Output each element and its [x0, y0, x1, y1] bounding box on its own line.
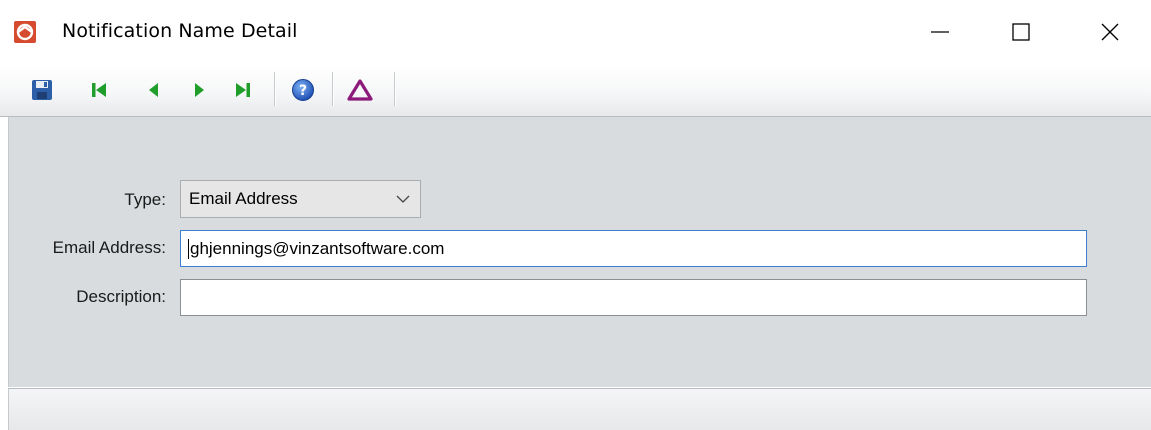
close-icon	[1101, 23, 1119, 41]
chevron-down-icon	[396, 195, 410, 203]
next-record-button[interactable]	[185, 76, 213, 104]
toolbar-separator	[332, 72, 333, 106]
form-panel: Type: Email Address Email Address: ghjen…	[8, 117, 1151, 387]
previous-record-button[interactable]	[140, 76, 168, 104]
status-bar	[8, 388, 1151, 430]
close-button[interactable]	[1087, 12, 1133, 52]
help-icon: ?	[292, 79, 314, 101]
type-label: Type:	[124, 190, 166, 209]
svg-text:?: ?	[299, 83, 307, 99]
type-dropdown[interactable]: Email Address	[180, 180, 421, 218]
previous-record-icon	[149, 83, 158, 97]
last-record-icon	[236, 83, 250, 97]
email-address-label: Email Address:	[52, 238, 166, 257]
delta-button[interactable]	[346, 76, 374, 104]
delta-icon	[347, 79, 373, 101]
toolbar-separator	[394, 72, 395, 106]
first-record-button[interactable]	[85, 76, 113, 104]
save-icon	[32, 80, 52, 100]
maximize-button[interactable]	[998, 12, 1044, 52]
window-title: Notification Name Detail	[62, 20, 298, 42]
save-button[interactable]	[28, 76, 56, 104]
title-bar[interactable]: Notification Name Detail	[0, 0, 1151, 64]
notification-name-detail-window: Notification Name Detail ? Type: Email A…	[0, 0, 1151, 430]
description-input[interactable]	[180, 279, 1087, 316]
first-record-icon	[92, 83, 106, 97]
description-label: Description:	[76, 287, 166, 306]
toolbar-separator	[274, 72, 275, 106]
email-address-value: ghjennings@vinzantsoftware.com	[190, 238, 445, 258]
type-dropdown-value: Email Address	[189, 189, 298, 208]
last-record-button[interactable]	[229, 76, 257, 104]
minimize-icon	[931, 31, 949, 33]
next-record-icon	[195, 83, 204, 97]
app-logo-icon	[14, 21, 36, 43]
maximize-icon	[1012, 23, 1030, 41]
text-cursor	[188, 238, 189, 259]
toolbar: ?	[0, 64, 1151, 117]
email-address-input[interactable]: ghjennings@vinzantsoftware.com	[180, 230, 1087, 267]
minimize-button[interactable]	[917, 12, 963, 52]
help-button[interactable]: ?	[289, 76, 317, 104]
